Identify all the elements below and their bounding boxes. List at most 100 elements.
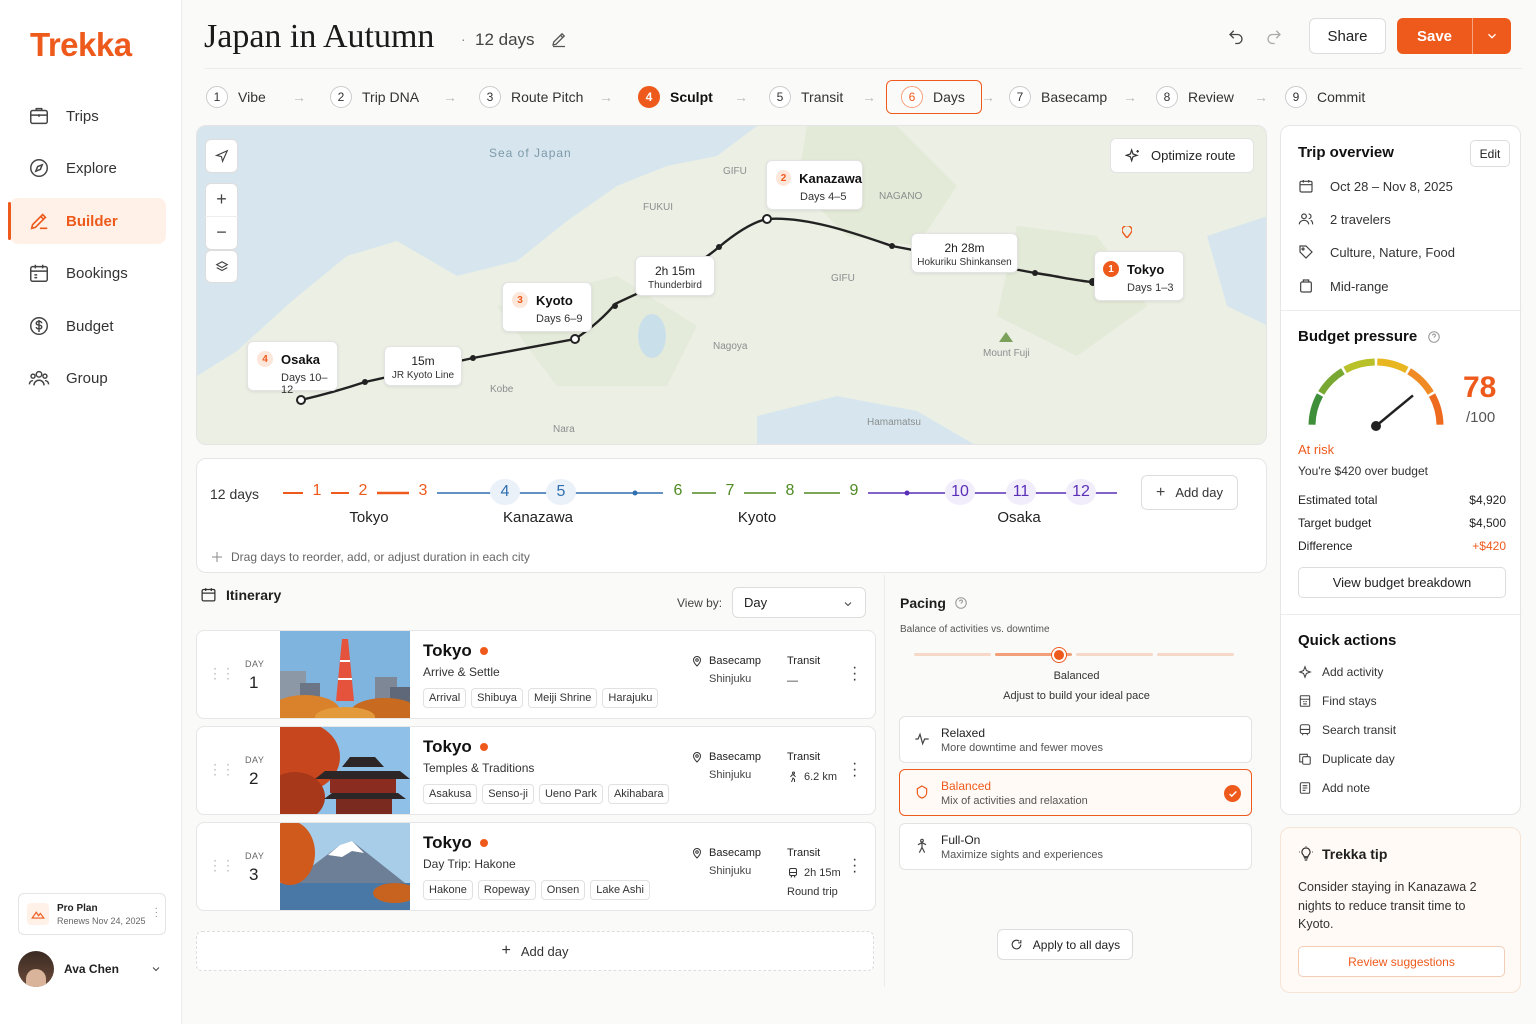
help-icon[interactable] <box>1427 330 1441 344</box>
step-days[interactable]: 6 Days <box>886 80 982 114</box>
redo-icon[interactable] <box>1265 27 1283 45</box>
city-color-dot <box>479 839 488 847</box>
timeline-day[interactable]: 11 <box>1006 479 1036 505</box>
help-icon[interactable] <box>954 596 968 610</box>
step-number: 1 <box>206 86 228 108</box>
timeline-day[interactable]: 12 <box>1066 479 1096 505</box>
wallet-icon <box>1300 279 1312 293</box>
sidebar-item-trips[interactable]: Trips <box>10 93 166 139</box>
pacing-slider[interactable] <box>914 653 1234 656</box>
activity-tag[interactable]: Meiji Shrine <box>527 688 598 708</box>
timeline-day[interactable]: 2 <box>348 482 378 500</box>
step-vibe[interactable]: 1 Vibe <box>206 80 266 114</box>
map-stop-kyoto[interactable]: 3 Kyoto Days 6–9 <box>502 282 592 332</box>
timeline-day[interactable]: 8 <box>775 482 805 500</box>
apply-all-days-button[interactable]: Apply to all days <box>997 929 1133 960</box>
basecamp-info: Basecamp Shinjuku <box>691 751 761 781</box>
step-trip-dna[interactable]: 2 Trip DNA <box>330 80 419 114</box>
step-transit[interactable]: 5 Transit <box>769 80 843 114</box>
add-day-button[interactable]: + Add day <box>1141 475 1238 510</box>
activity-tag[interactable]: Senso-ji <box>482 784 534 804</box>
map-stop-osaka[interactable]: 4 Osaka Days 10–12 <box>247 341 338 396</box>
activity-tag[interactable]: Lake Ashi <box>590 880 650 900</box>
more-vertical-icon[interactable]: · · · <box>155 904 158 922</box>
budget-score: 78 <box>1463 371 1497 404</box>
undo-icon[interactable] <box>1227 27 1245 45</box>
view-by-select[interactable]: Day <box>732 587 866 618</box>
option-desc: Mix of activities and relaxation <box>941 795 1088 807</box>
transit-value: — <box>787 675 798 687</box>
sidebar-item-group[interactable]: Group <box>10 355 166 401</box>
drag-handle-icon[interactable]: ⋮⋮ <box>208 761 235 778</box>
sidebar-item-budget[interactable]: Budget <box>10 303 166 349</box>
add-day-button[interactable]: + Add day <box>196 931 874 971</box>
day-theme: Temples & Traditions <box>423 761 535 775</box>
sidebar-item-builder[interactable]: Builder <box>8 198 166 244</box>
timeline-day[interactable]: 7 <box>715 482 745 500</box>
view-budget-breakdown-button[interactable]: View budget breakdown <box>1298 567 1506 598</box>
quick-action-duplicate-day[interactable]: Duplicate day <box>1298 752 1395 766</box>
step-review[interactable]: 8 Review <box>1156 80 1234 114</box>
edit-overview-button[interactable]: Edit <box>1470 140 1510 167</box>
pacing-option-full-on[interactable]: Full-On Maximize sights and experiences <box>899 823 1252 870</box>
user-menu[interactable]: Ava Chen <box>18 950 166 988</box>
step-route-pitch[interactable]: 3 Route Pitch <box>479 80 583 114</box>
pacing-option-balanced[interactable]: Balanced Mix of activities and relaxatio… <box>899 769 1252 816</box>
step-basecamp[interactable]: 7 Basecamp <box>1009 80 1107 114</box>
map-stop-tokyo[interactable]: 1 Tokyo Days 1–3 <box>1094 251 1184 301</box>
timeline-day[interactable]: 9 <box>839 482 869 500</box>
map-stop-kanazawa[interactable]: 2 Kanazawa Days 4–5 <box>766 160 863 210</box>
locate-button[interactable] <box>205 139 238 173</box>
timeline-day[interactable]: 5 <box>546 479 576 505</box>
pacing-option-relaxed[interactable]: Relaxed More downtime and fewer moves <box>899 716 1252 763</box>
layers-button[interactable] <box>205 250 238 283</box>
quick-action-add-activity[interactable]: Add activity <box>1298 665 1383 679</box>
transit-callout[interactable]: 2h 28m Hokuriku Shinkansen <box>911 233 1018 273</box>
activity-tag[interactable]: Ueno Park <box>538 784 603 804</box>
quick-action-find-stays[interactable]: Find stays <box>1298 694 1377 708</box>
chevron-down-icon <box>844 602 852 607</box>
sidebar-item-explore[interactable]: Explore <box>10 145 166 191</box>
drag-handle-icon[interactable]: ⋮⋮ <box>208 665 235 682</box>
quick-action-add-note[interactable]: Add note <box>1298 781 1370 795</box>
more-vertical-icon[interactable]: · · · <box>852 660 858 688</box>
day-card[interactable]: ⋮⋮ DAY 1 Tokyo Arrive & Settle Arrival S… <box>196 630 876 719</box>
step-sculpt[interactable]: 4 Sculpt <box>638 80 713 114</box>
quick-action-search-transit[interactable]: Search transit <box>1298 723 1396 737</box>
more-vertical-icon[interactable]: · · · <box>852 852 858 880</box>
chevron-down-icon[interactable] <box>1485 29 1499 43</box>
edit-icon[interactable] <box>550 30 568 48</box>
slider-knob[interactable] <box>1052 648 1066 662</box>
zoom-in-button[interactable]: + <box>205 184 238 217</box>
day-card[interactable]: ⋮⋮ DAY 2 Tokyo Temples & Traditions Asak… <box>196 726 876 815</box>
activity-tag[interactable]: Arrival <box>423 688 467 708</box>
app-logo[interactable]: Trekka <box>30 26 132 64</box>
activity-tag[interactable]: Shibuya <box>471 688 523 708</box>
step-commit[interactable]: 9 Commit <box>1285 80 1365 114</box>
activity-tag[interactable]: Harajuku <box>602 688 659 708</box>
zoom-out-button[interactable]: − <box>205 217 238 250</box>
day-card[interactable]: ⋮⋮ DAY 3 Tokyo Day Trip: Hakone Hakone R… <box>196 822 876 911</box>
timeline-day[interactable]: 6 <box>663 482 693 500</box>
activity-tag[interactable]: Ropeway <box>477 880 536 900</box>
share-button[interactable]: Share <box>1309 18 1386 54</box>
drag-handle-icon[interactable]: ⋮⋮ <box>208 857 235 874</box>
save-button[interactable]: Save <box>1397 18 1511 54</box>
activity-tag[interactable]: Asakusa <box>423 784 478 804</box>
activity-tag[interactable]: Onsen <box>540 880 586 900</box>
review-suggestions-button[interactable]: Review suggestions <box>1298 946 1505 977</box>
timeline-day[interactable]: 1 <box>302 482 332 500</box>
optimize-route-button[interactable]: Optimize route <box>1110 138 1254 173</box>
timeline-day[interactable]: 3 <box>408 482 438 500</box>
sidebar-item-bookings[interactable]: Bookings <box>10 250 166 296</box>
activity-tag[interactable]: Akihabara <box>607 784 670 804</box>
transit-time: 2h 28m <box>944 241 985 255</box>
plan-card[interactable]: Pro Plan Renews Nov 24, 2025 · · · <box>18 893 166 935</box>
activity-tag[interactable]: Hakone <box>423 880 473 900</box>
transit-callout[interactable]: 2h 15m Thunderbird <box>635 256 715 296</box>
timeline-day[interactable]: 10 <box>945 479 975 505</box>
transit-callout[interactable]: 15m JR Kyoto Line <box>384 346 462 386</box>
budget-score-scale: /100 <box>1466 409 1496 426</box>
more-vertical-icon[interactable]: · · · <box>852 756 858 784</box>
timeline-day[interactable]: 4 <box>490 479 520 505</box>
